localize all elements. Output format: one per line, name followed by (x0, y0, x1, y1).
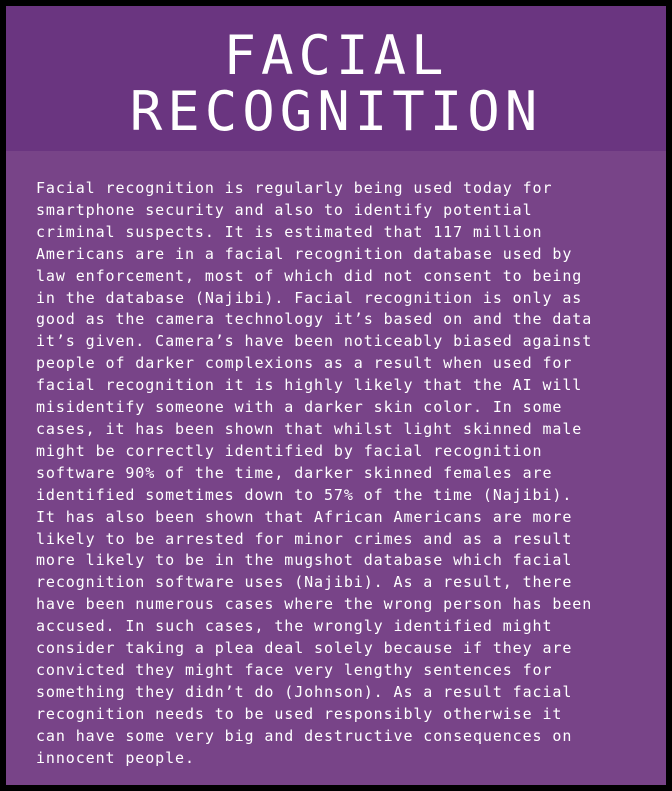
paragraph-line: have been numerous cases where the wrong… (36, 595, 593, 614)
title-line-1: FACIAL (223, 24, 449, 87)
title-banner: FACIAL RECOGNITION (6, 6, 666, 151)
body-paragraph: Facial recognition is regularly being us… (36, 178, 636, 769)
paragraph-line: cases, it has been shown that whilst lig… (36, 419, 583, 438)
page-title: FACIAL RECOGNITION (6, 28, 666, 140)
paragraph-line: more likely to be in the mugshot databas… (36, 551, 573, 570)
paragraph-line: Facial recognition is regularly being us… (36, 179, 553, 197)
paragraph-line: consider taking a plea deal solely becau… (36, 639, 573, 658)
paragraph-line: law enforcement, most of which did not c… (36, 266, 583, 285)
paragraph-line: good as the camera technology it’s based… (36, 310, 593, 329)
paragraph-line: software 90% of the time, darker skinned… (36, 463, 553, 482)
paragraph-line: innocent people. (36, 748, 195, 767)
paragraph-line: people of darker complexions as a result… (36, 354, 573, 373)
paragraph-line: criminal suspects. It is estimated that … (36, 222, 543, 241)
paragraph-line: recognition software uses (Najibi). As a… (36, 573, 573, 592)
paragraph-line: It has also been shown that African Amer… (36, 507, 573, 526)
paragraph-line: might be correctly identified by facial … (36, 441, 543, 460)
paragraph-line: facial recognition it is highly likely t… (36, 376, 583, 395)
paragraph-line: likely to be arrested for minor crimes a… (36, 529, 573, 548)
paragraph-line: misidentify someone with a darker skin c… (36, 398, 563, 417)
title-line-2: RECOGNITION (129, 80, 543, 143)
paragraph-line: Americans are in a facial recognition da… (36, 244, 573, 263)
paragraph-line: can have some very big and destructive c… (36, 726, 573, 745)
paragraph-line: recognition needs to be used responsibly… (36, 704, 563, 723)
paragraph-line: it’s given. Camera’s have been noticeabl… (36, 332, 593, 351)
info-card: FACIAL RECOGNITION Facial recognition is… (6, 6, 666, 785)
paragraph-line: accused. In such cases, the wrongly iden… (36, 617, 553, 636)
paragraph-line: in the database (Najibi). Facial recogni… (36, 288, 583, 307)
paragraph-line: smartphone security and also to identify… (36, 200, 533, 219)
paragraph-line: identified sometimes down to 57% of the … (36, 485, 573, 504)
paragraph-line: convicted they might face very lengthy s… (36, 660, 553, 679)
paragraph-line: something they didn’t do (Johnson). As a… (36, 682, 573, 701)
